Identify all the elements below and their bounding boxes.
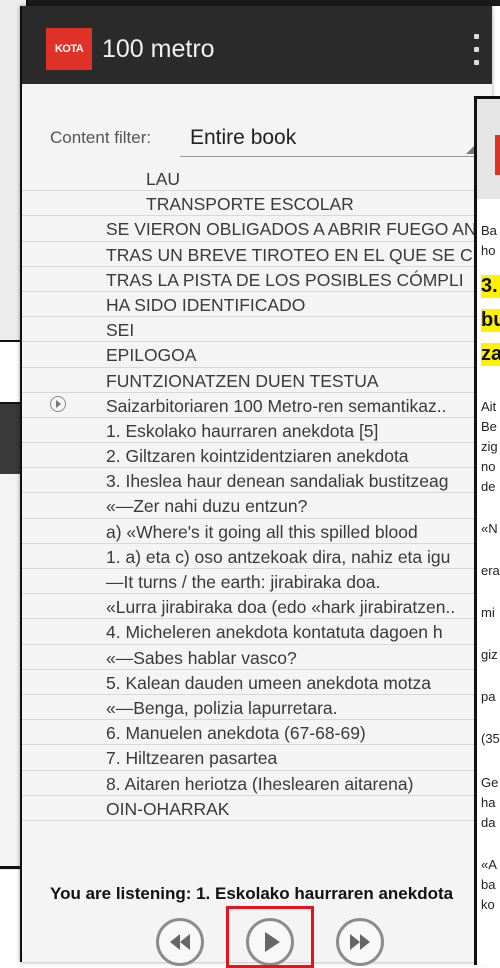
reader-text-fragment: (35 [481,731,500,746]
content-filter-select[interactable]: Entire book [180,120,480,157]
toc-item[interactable]: «—Sabes hablar vasco? [22,645,492,670]
toc-item[interactable]: 1. a) eta c) oso antzekoak dira, nahiz e… [22,544,492,569]
reader-text-fragment: da [481,815,496,830]
toc-item-label: 6. Manuelen anekdota (67-68-69) [106,723,366,744]
reader-text-fragment: de [481,479,496,494]
toc-item-label: TRANSPORTE ESCOLAR [146,194,354,215]
reader-text-fragment: ba [481,877,496,892]
toc-item-label: FUNTZIONATZEN DUEN TESTUA [106,370,379,391]
rewind-icon [170,934,190,950]
toc-item-label: OIN-OHARRAK [106,798,230,819]
app-bar: KOTA 100 metro [22,6,492,84]
reader-text-fragment: Ge [481,775,499,790]
reader-text-fragment: era [481,563,500,578]
main-window: KOTA 100 metro Content filter: Entire bo… [20,6,492,968]
toc-item[interactable]: a) «Where's it going all this spilled bl… [22,519,492,544]
toc-item-label: Saizarbitoriaren 100 Metro-ren semantika… [106,395,447,416]
toc-item[interactable]: 3. Iheslea haur denean sandaliak bustitz… [22,468,492,494]
toc-item[interactable]: «—Zer nahi duzu entzun? [22,493,492,519]
toc-item-label: «—Sabes hablar vasco? [106,647,297,668]
reader-text-fragment: zig [481,439,498,454]
rewind-button[interactable] [156,918,204,966]
reader-logo-fragment [495,135,500,175]
toc-item-label: LAU [146,169,181,189]
toc-item-label: 5. Kalean dauden umeen anekdota motza [106,672,431,693]
toc-item[interactable]: HA SIDO IDENTIFICADO [22,292,492,318]
toc-item[interactable]: 7. Hiltzearen pasartea [22,745,492,771]
toc-item-label: 1. Eskolako haurraren anekdota [5] [106,420,379,441]
toc-item-label: SEI [106,320,135,341]
toc-item-label: 7. Hiltzearen pasartea [106,748,278,769]
dropdown-caret-icon [466,146,474,154]
reader-text-fragment: Ait [481,399,497,414]
reader-text-fragment: Ba [481,223,497,238]
toc-item-label: 8. Aitaren heriotza (Iheslearen aitarena… [106,773,414,794]
content-filter-label: Content filter: [50,128,152,147]
content-filter-value: Entire book [190,126,297,149]
toc-item[interactable]: 2. Giltzaren kointzidentziaren anekdota [22,443,492,469]
reader-text-fragment: pa [481,689,496,704]
fast-forward-icon [350,934,370,950]
toc-item-label: —It turns / the earth: jirabiraka doa. [106,572,381,592]
toc-item[interactable]: Saizarbitoriaren 100 Metro-ren semantika… [22,393,492,418]
play-button-highlight [226,906,314,968]
toc-item-label: «—Benga, polizia lapurretara. [106,697,338,718]
reader-text-fragment: ha [481,795,496,810]
toc-item[interactable]: —It turns / the earth: jirabiraka doa. [22,569,492,595]
app-title: 100 metro [102,35,215,63]
toc-item-label: SE VIERON OBLIGADOS A ABRIR FUEGO AN [106,219,477,240]
toc-item[interactable]: 6. Manuelen anekdota (67-68-69) [22,720,492,746]
toc-item[interactable]: TRAS UN BREVE TIROTEO EN EL QUE SE C [22,242,492,267]
reader-text-fragment: ho [481,243,496,258]
toc-item-label: TRAS UN BREVE TIROTEO EN EL QUE SE C [106,244,473,265]
toc-item[interactable]: 5. Kalean dauden umeen anekdota motza [22,670,492,695]
toc-item[interactable]: TRANSPORTE ESCOLAR [22,191,492,217]
reader-text-fragment: no [481,459,496,474]
reader-heading-fragment: 3. [481,275,500,298]
playback-controls [22,906,492,968]
toc-item[interactable]: LAU [22,166,492,192]
toc-item[interactable]: FUNTZIONATZEN DUEN TESTUA [22,368,492,393]
toc-list: LAU TRANSPORTE ESCOLAR SE VIERON OBLIGADOS… [22,166,492,821]
toc-item[interactable]: «Lurra jirabiraka doa (edo «hark jirabir… [22,594,492,620]
app-logo: KOTA [46,28,92,70]
toc-item[interactable]: EPILOGOA [22,342,492,368]
toc-item[interactable]: SE VIERON OBLIGADOS A ABRIR FUEGO AN [22,216,492,242]
toc-item[interactable]: 1. Eskolako haurraren anekdota [5] [22,418,492,444]
reader-text-fragment: «A [481,857,497,872]
toc-item-label: a) «Where's it going all this spilled bl… [106,521,418,542]
toc-item-label: «Lurra jirabiraka doa (edo «hark jirabir… [106,597,456,618]
now-listening-status: You are listening: 1. Eskolako haurraren… [50,884,454,903]
toc-item[interactable]: 8. Aitaren heriotza (Iheslearen aitarena… [22,771,492,796]
reader-text-fragment: ko [481,897,495,912]
toc-item-label: HA SIDO IDENTIFICADO [106,294,306,315]
reader-text-fragment: Be [481,419,497,434]
reader-window: Ba ho 3. bu za Ait Be zig no de «N era m… [474,96,500,965]
play-circle-icon[interactable] [50,395,66,412]
reader-text-fragment: mi [481,605,495,620]
content-filter-row: Content filter: Entire book [22,116,492,160]
toc-item[interactable]: OIN-OHARRAK [22,796,492,821]
toc-item-label: «—Zer nahi duzu entzun? [106,496,308,517]
toc-item[interactable]: TRAS LA PISTA DE LOS POSIBLES CÓMPLI [22,267,492,292]
reader-text-fragment: «N [481,521,498,536]
toc-item[interactable]: SEI [22,317,492,343]
overflow-menu-icon[interactable] [470,32,482,68]
reader-heading-fragment: za [481,343,500,366]
toc-item-label: 4. Micheleren anekdota kontatuta dagoen … [106,622,443,643]
toc-item-label: TRAS LA PISTA DE LOS POSIBLES CÓMPLI [106,269,464,290]
toc-item-label: 2. Giltzaren kointzidentziaren anekdota [106,446,409,467]
toc-item-label: EPILOGOA [106,345,197,366]
toc-item-label: 1. a) eta c) oso antzekoak dira, nahiz e… [106,546,451,567]
toc-item[interactable]: 4. Micheleren anekdota kontatuta dagoen … [22,619,492,645]
reader-heading-fragment: bu [481,309,500,332]
reader-text-fragment: giz [481,647,498,662]
fast-forward-button[interactable] [336,918,384,966]
toc-item[interactable]: «—Benga, polizia lapurretara. [22,695,492,721]
toc-item-label: 3. Iheslea haur denean sandaliak bustitz… [106,471,449,492]
